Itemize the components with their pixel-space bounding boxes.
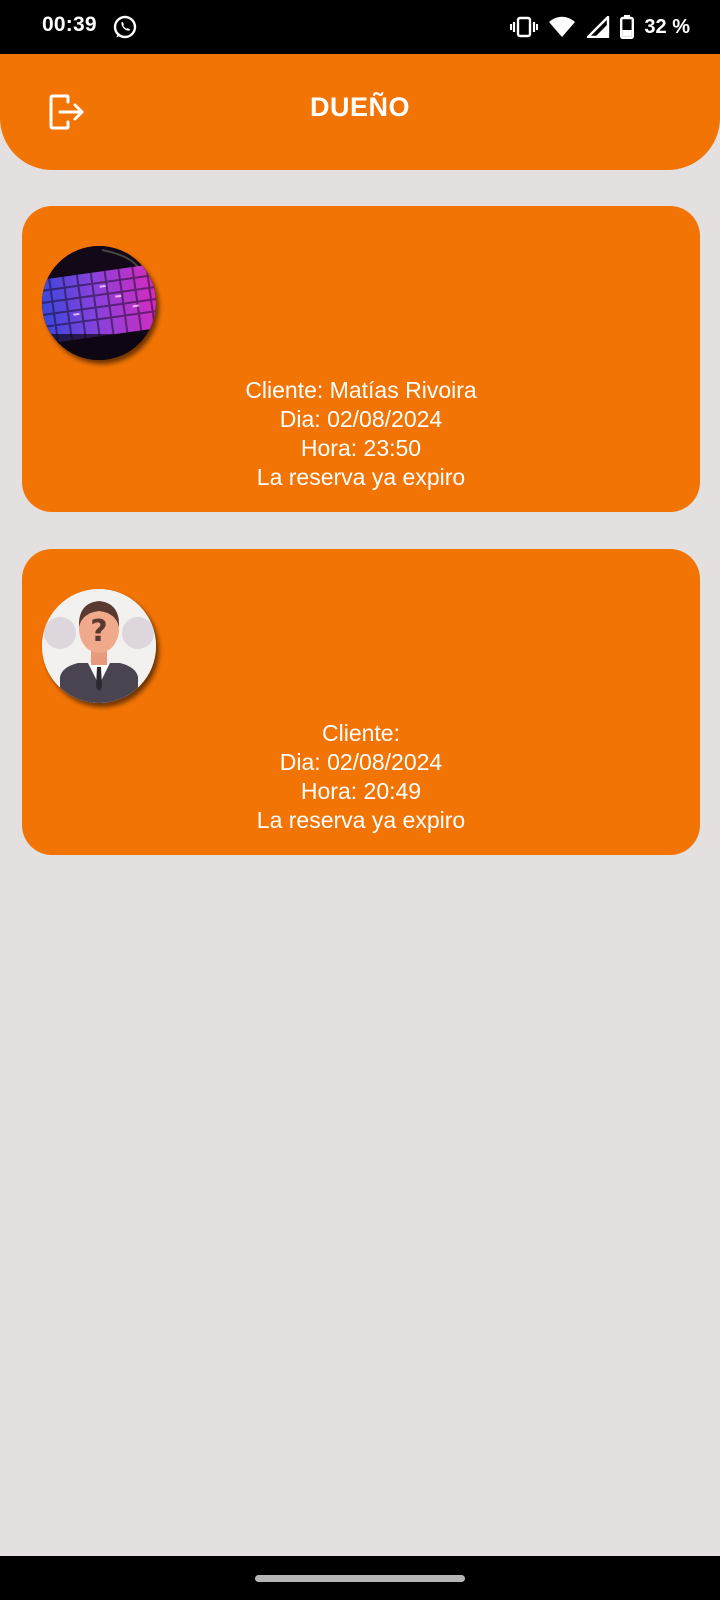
status-time: 00:39 <box>42 13 97 36</box>
signal-icon <box>586 16 610 38</box>
reservation-time: Hora: 20:49 <box>300 778 422 804</box>
home-gesture-handle[interactable] <box>255 1575 465 1582</box>
status-icons: 32 % <box>510 12 690 42</box>
client-name: Cliente: Matías Rivoira <box>245 377 477 403</box>
reservation-card[interactable]: ? Cliente: Dia: 02/08/2024 Hora: 20:49 L… <box>22 549 700 855</box>
client-name: Cliente: <box>322 720 400 746</box>
navigation-bar <box>0 1556 720 1600</box>
whatsapp-icon <box>112 14 138 40</box>
battery-icon <box>620 15 635 39</box>
reservation-date: Dia: 02/08/2024 <box>279 406 443 432</box>
reservation-card[interactable]: Cliente: Matías Rivoira Dia: 02/08/2024 … <box>22 206 700 512</box>
app-bar: DUEÑO <box>0 54 720 170</box>
page-title: DUEÑO <box>309 92 410 122</box>
reservation-date: Dia: 02/08/2024 <box>279 749 443 775</box>
reservation-details: Cliente: Dia: 02/08/2024 Hora: 20:49 La … <box>22 719 700 835</box>
reservation-details: Cliente: Matías Rivoira Dia: 02/08/2024 … <box>22 376 700 492</box>
vibrate-icon <box>510 16 539 38</box>
wifi-icon <box>548 16 576 38</box>
svg-text:?: ? <box>90 614 107 649</box>
status-bar: 00:39 32 % <box>0 0 720 54</box>
reservation-status: La reserva ya expiro <box>256 807 466 833</box>
reservation-time: Hora: 23:50 <box>300 435 422 461</box>
unknown-person-avatar: ? <box>42 589 156 703</box>
keyboard-photo-avatar <box>42 246 156 360</box>
reservation-status: La reserva ya expiro <box>256 464 466 490</box>
battery-percentage: 32 % <box>644 15 690 38</box>
